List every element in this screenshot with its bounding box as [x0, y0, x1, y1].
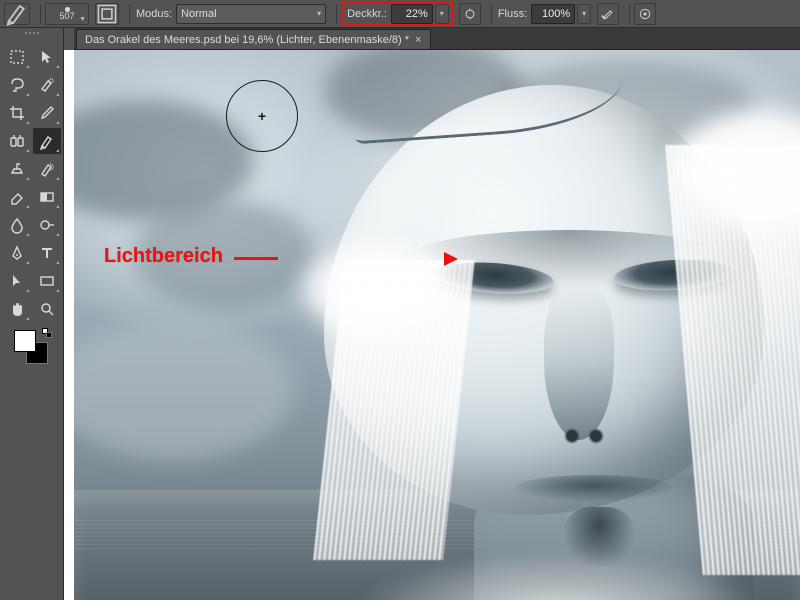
annotation-arrow-icon: [234, 252, 294, 266]
chevron-down-icon: ▼: [79, 16, 86, 23]
composited-head: [284, 55, 800, 600]
document-tab-title: Das Orakel des Meeres.psd bei 19,6% (Lic…: [85, 34, 409, 46]
tool-history-brush[interactable]: [33, 156, 61, 182]
crosshair-icon: +: [258, 108, 266, 124]
document-canvas[interactable]: + Lichtbereich: [74, 50, 800, 600]
tool-marquee-rectangle[interactable]: [3, 44, 31, 70]
annotation-label: Lichtbereich: [104, 245, 223, 268]
tool-rectangle-shape[interactable]: [33, 268, 61, 294]
tool-clone-stamp[interactable]: [3, 156, 31, 182]
tool-zoom[interactable]: [33, 296, 61, 322]
brush-preset-picker[interactable]: 507 ▼: [45, 3, 89, 25]
flow-dropdown[interactable]: ▾: [577, 4, 591, 24]
tool-spot-healing-brush[interactable]: [3, 128, 31, 154]
canvas-viewport[interactable]: + Lichtbereich: [74, 50, 800, 600]
opacity-dropdown[interactable]: ▾: [435, 4, 449, 24]
document-tab[interactable]: Das Orakel des Meeres.psd bei 19,6% (Lic…: [76, 29, 431, 49]
tools-panel: [0, 28, 64, 600]
vertical-ruler: [64, 50, 74, 600]
opacity-group-highlighted: Deckkr.: ▾: [341, 2, 453, 26]
color-swatches[interactable]: [14, 330, 48, 364]
pressure-size-toggle[interactable]: [634, 3, 656, 25]
foreground-color-swatch[interactable]: [14, 330, 36, 352]
tool-crop[interactable]: [3, 100, 31, 126]
options-bar: 507 ▼ Modus: Normal ▾ Deckkr.: ▾ Fluss: …: [0, 0, 800, 28]
tool-pen[interactable]: [3, 240, 31, 266]
tool-brush[interactable]: [33, 128, 61, 154]
tool-eraser[interactable]: [3, 184, 31, 210]
chevron-down-icon: ▾: [440, 9, 444, 18]
brush-size-value: 507: [59, 12, 74, 21]
tool-lasso[interactable]: [3, 72, 31, 98]
opacity-input[interactable]: [391, 4, 433, 24]
default-colors-icon[interactable]: [42, 328, 52, 338]
chevron-down-icon: ▾: [317, 9, 321, 18]
blend-mode-group: Modus: Normal ▾: [134, 3, 326, 25]
active-tool-indicator[interactable]: [4, 3, 30, 25]
flow-label: Fluss:: [498, 8, 527, 20]
document-tab-bar: Das Orakel des Meeres.psd bei 19,6% (Lic…: [74, 28, 800, 50]
tool-path-selection[interactable]: [3, 268, 31, 294]
tool-gradient[interactable]: [33, 184, 61, 210]
pressure-opacity-toggle[interactable]: [459, 3, 481, 25]
tool-hand[interactable]: [3, 296, 31, 322]
blend-mode-label: Modus:: [136, 8, 172, 20]
tool-move[interactable]: [33, 44, 61, 70]
flow-input[interactable]: [531, 4, 575, 24]
blend-mode-dropdown[interactable]: Normal ▾: [176, 4, 326, 24]
tool-type[interactable]: [33, 240, 61, 266]
brush-panel-toggle[interactable]: [95, 3, 119, 25]
chevron-down-icon: ▾: [582, 9, 586, 18]
tool-eyedropper[interactable]: [33, 100, 61, 126]
brush-cursor: +: [226, 80, 298, 152]
panel-grip[interactable]: [0, 32, 63, 40]
airbrush-toggle[interactable]: [597, 3, 619, 25]
tool-dodge[interactable]: [33, 212, 61, 238]
blend-mode-value: Normal: [181, 8, 216, 20]
flow-group: Fluss: ▾: [496, 3, 591, 25]
tool-blur[interactable]: [3, 212, 31, 238]
close-icon[interactable]: ×: [415, 34, 421, 46]
tool-quick-selection[interactable]: [33, 72, 61, 98]
opacity-label: Deckkr.:: [347, 8, 387, 20]
